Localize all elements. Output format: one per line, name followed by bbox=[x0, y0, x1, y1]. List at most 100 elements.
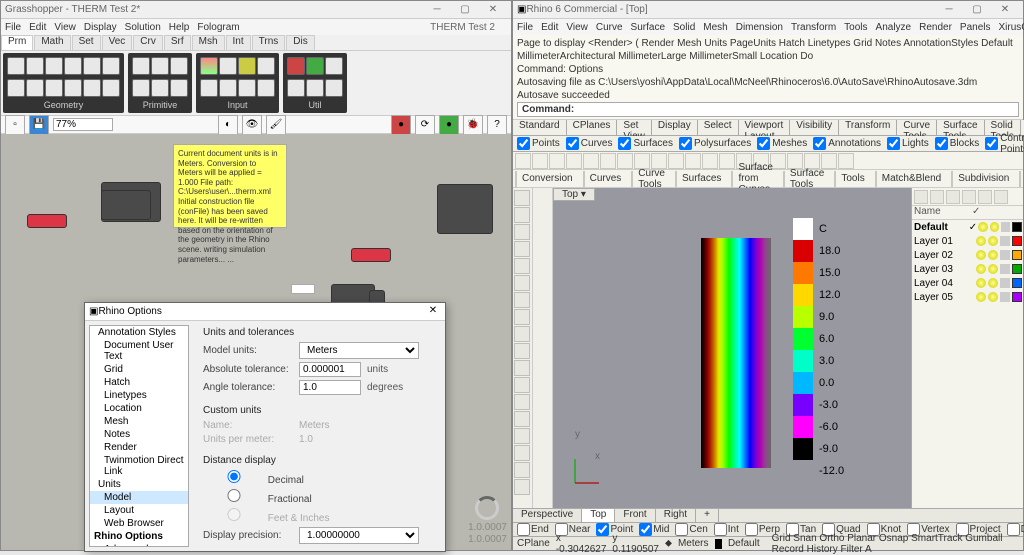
close-button[interactable]: ✕ bbox=[479, 3, 507, 17]
rh-min-button[interactable]: ─ bbox=[935, 3, 963, 17]
tab-vec[interactable]: Vec bbox=[102, 35, 133, 50]
help-icon[interactable]: ? bbox=[487, 115, 507, 135]
swatch-icon bbox=[1012, 264, 1022, 274]
model-units-select[interactable]: Meters bbox=[299, 342, 419, 359]
layer-row[interactable]: Layer 04 bbox=[912, 276, 1023, 290]
lock-icon bbox=[1000, 264, 1010, 274]
layer-row[interactable]: Default✓ bbox=[912, 220, 1023, 234]
shelf-primitive: Primitive bbox=[128, 53, 192, 113]
gh-title: Grasshopper - THERM Test 2* bbox=[5, 4, 423, 15]
dlg-title: Rhino Options bbox=[98, 306, 425, 317]
menu-display[interactable]: Display bbox=[84, 22, 117, 33]
menu-edit[interactable]: Edit bbox=[29, 22, 46, 33]
swatch-icon bbox=[1012, 222, 1022, 232]
shelf-geometry: Geometry bbox=[3, 53, 124, 113]
shelf-util: Util bbox=[283, 53, 347, 113]
shelf-icon[interactable] bbox=[7, 57, 25, 75]
menu-solution[interactable]: Solution bbox=[125, 22, 161, 33]
tree-item[interactable]: Annotation Styles bbox=[90, 326, 188, 339]
legend-value: 12.0 bbox=[813, 289, 840, 301]
legend-swatch bbox=[793, 416, 813, 438]
dlg-titlebar[interactable]: ▣ Rhino Options ✕ bbox=[85, 303, 445, 321]
minimize-button[interactable]: ─ bbox=[423, 3, 451, 17]
radio-fractional[interactable] bbox=[203, 489, 265, 502]
refresh-icon[interactable]: ⟳ bbox=[415, 115, 435, 135]
rh-statusbar: CPlane x -0.3042627 y 0.1190507 ⬥ Meters… bbox=[513, 536, 1023, 550]
tab-msh[interactable]: Msh bbox=[192, 35, 225, 50]
legend-value: 9.0 bbox=[813, 311, 834, 323]
legend-swatch bbox=[793, 262, 813, 284]
radio-feet bbox=[203, 508, 265, 521]
tool-icon[interactable] bbox=[515, 153, 531, 169]
rh-filter: Points Curves Surfaces Polysurfaces Mesh… bbox=[513, 136, 1023, 152]
zoom-input[interactable] bbox=[53, 118, 113, 131]
bulb-icon bbox=[976, 278, 986, 288]
node-error[interactable] bbox=[27, 214, 67, 228]
tab-set[interactable]: Set bbox=[72, 35, 101, 50]
rh-title: Rhino 6 Commercial - [Top] bbox=[526, 4, 935, 15]
spinner-icon bbox=[475, 496, 499, 520]
bulb-icon bbox=[978, 222, 987, 232]
tree-model[interactable]: Model bbox=[90, 491, 188, 504]
viewport-title[interactable]: Top ▾ bbox=[553, 188, 595, 201]
menu-help[interactable]: Help bbox=[169, 22, 190, 33]
gh-tabs: Prm Math Set Vec Crv Srf Msh Int Trns Di… bbox=[1, 35, 511, 51]
eye-icon[interactable]: 👁 bbox=[242, 115, 262, 135]
dlg-close-button[interactable]: ✕ bbox=[425, 305, 441, 319]
new-icon[interactable]: ▫ bbox=[5, 115, 25, 135]
rec-icon[interactable]: ● bbox=[391, 115, 411, 135]
legend-swatch bbox=[793, 240, 813, 262]
green-icon[interactable]: ● bbox=[439, 115, 459, 135]
layer-row[interactable]: Layer 02 bbox=[912, 248, 1023, 262]
menu-file[interactable]: File bbox=[5, 22, 21, 33]
gh-version: 1.0.00071.0.0007 bbox=[468, 522, 507, 546]
layer-row[interactable]: Layer 05 bbox=[912, 290, 1023, 304]
gh-shelf: Geometry Primitive Input Util bbox=[1, 51, 511, 116]
shelf-input: Input bbox=[196, 53, 279, 113]
tab-srf[interactable]: Srf bbox=[164, 35, 191, 50]
tab-math[interactable]: Math bbox=[34, 35, 70, 50]
radio-decimal[interactable] bbox=[203, 470, 265, 483]
maximize-button[interactable]: ▢ bbox=[451, 3, 479, 17]
ang-tol-input[interactable] bbox=[299, 380, 361, 395]
options-tree[interactable]: Annotation Styles Document User Text Gri… bbox=[89, 325, 189, 547]
color-legend: C18.015.012.09.06.03.00.0-3.0-6.0-9.0-12… bbox=[793, 218, 844, 482]
brush-icon[interactable]: 🖌 bbox=[266, 115, 286, 135]
legend-value: 6.0 bbox=[813, 333, 834, 345]
layer-row[interactable]: Layer 03 bbox=[912, 262, 1023, 276]
legend-value: C bbox=[813, 223, 827, 235]
viewport-tabs: Perspective Top Front Right + bbox=[513, 508, 1023, 522]
gh-titlebar[interactable]: Grasshopper - THERM Test 2* ─ ▢ ✕ bbox=[1, 1, 511, 19]
tab-int[interactable]: Int bbox=[226, 35, 251, 50]
legend-swatch bbox=[793, 328, 813, 350]
legend-value: -6.0 bbox=[813, 421, 838, 433]
preview-icon[interactable]: ◐ bbox=[218, 115, 238, 135]
layer-row[interactable]: Layer 01 bbox=[912, 234, 1023, 248]
bug-icon[interactable]: 🐞 bbox=[463, 115, 483, 135]
rh-max-button[interactable]: ▢ bbox=[963, 3, 991, 17]
panel-note[interactable]: Current document units is in Meters. Con… bbox=[173, 144, 287, 228]
bulb-icon bbox=[976, 264, 986, 274]
swatch-icon bbox=[1012, 236, 1022, 246]
menu-fologram[interactable]: Fologram bbox=[197, 22, 239, 33]
tab-prm[interactable]: Prm bbox=[1, 35, 33, 50]
rh-titlebar[interactable]: ▣ Rhino 6 Commercial - [Top] ─ ▢ ✕ bbox=[513, 1, 1023, 19]
menu-view[interactable]: View bbox=[54, 22, 76, 33]
thermal-mesh[interactable] bbox=[701, 238, 771, 468]
rh-side-toolbar2 bbox=[533, 188, 553, 508]
abs-tol-input[interactable] bbox=[299, 362, 361, 377]
rh-close-button[interactable]: ✕ bbox=[991, 3, 1019, 17]
save-icon[interactable]: 💾 bbox=[29, 115, 49, 135]
command-input[interactable] bbox=[578, 104, 1018, 115]
options-panel: Units and tolerances Model units:Meters … bbox=[193, 321, 445, 551]
tab-trns[interactable]: Trns bbox=[252, 35, 286, 50]
rh-viewport[interactable]: Top ▾ C18.015.012.09.06.03.00.0-3.0-6.0-… bbox=[553, 188, 1023, 508]
legend-value: 3.0 bbox=[813, 355, 834, 367]
tab-dis[interactable]: Dis bbox=[286, 35, 314, 50]
lock-icon bbox=[1000, 236, 1010, 246]
gh-menubar: File Edit View Display Solution Help Fol… bbox=[1, 19, 511, 35]
precision-select[interactable]: 1.00000000 bbox=[299, 527, 419, 544]
legend-swatch bbox=[793, 284, 813, 306]
tab-crv[interactable]: Crv bbox=[133, 35, 163, 50]
gh-status: ▫ 💾 ◐ 👁 🖌 ● ⟳ ● 🐞 ? bbox=[1, 116, 511, 134]
